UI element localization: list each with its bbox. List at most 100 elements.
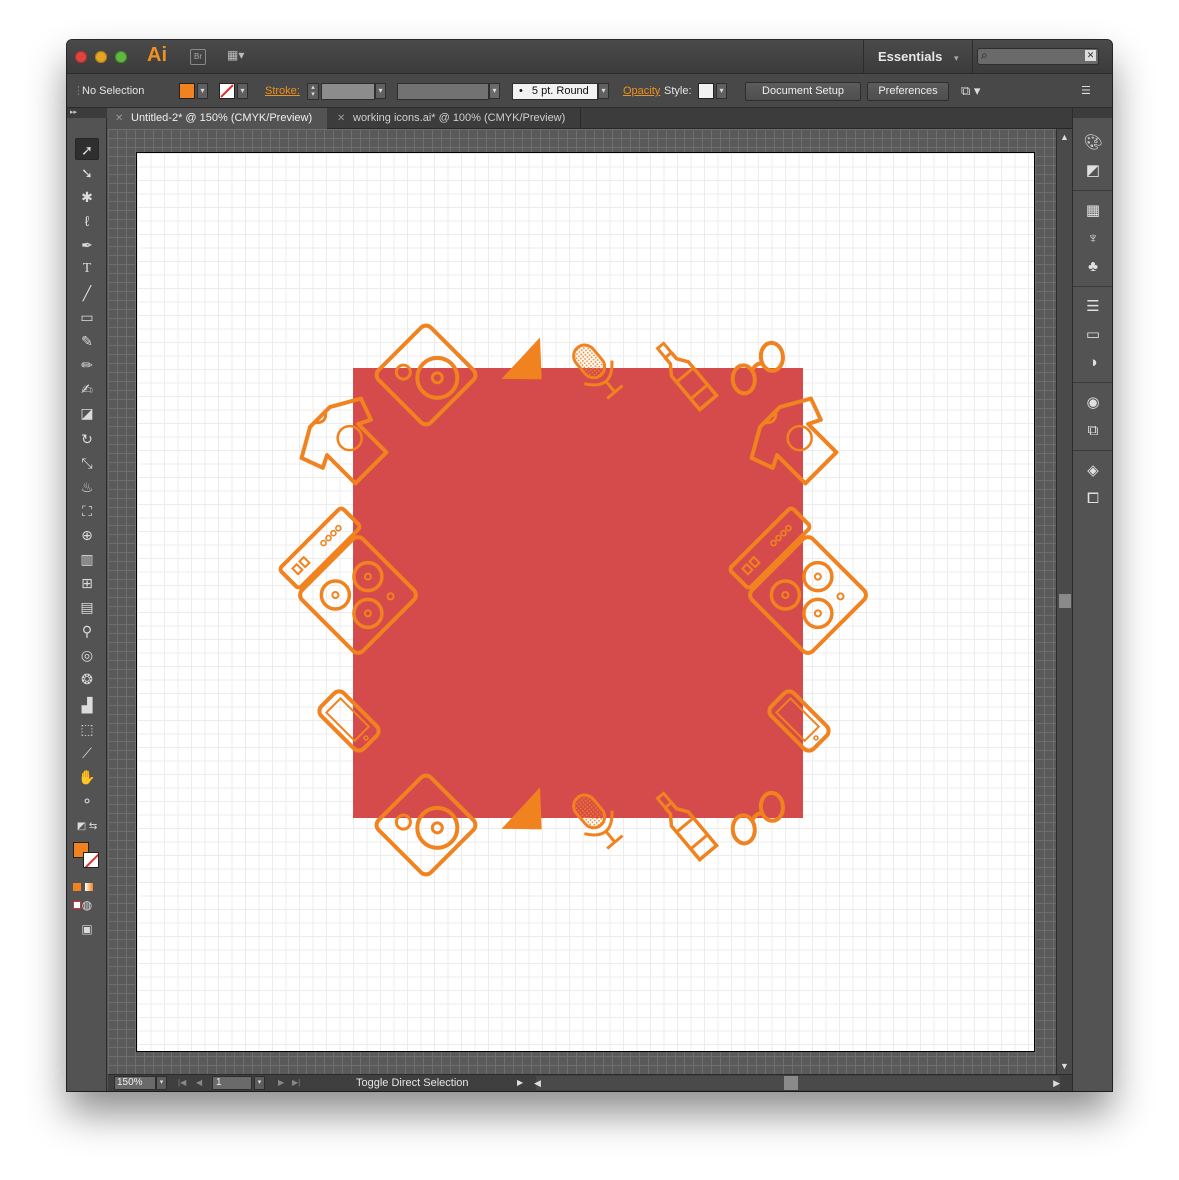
help-search-input[interactable]: ⌕ ✕ — [977, 48, 1099, 65]
eraser-tool-icon[interactable]: ◪ — [75, 402, 99, 424]
arrange-documents-icon[interactable]: ▦▾ — [227, 48, 257, 64]
mesh-tool-icon[interactable]: ⊞ — [75, 572, 99, 594]
tab-untitled-2[interactable]: ✕ Untitled-2* @ 150% (CMYK/Preview) — [107, 108, 327, 129]
next-artboard-icon[interactable]: ▶ — [278, 1076, 284, 1090]
layers-panel-icon[interactable]: ◈ — [1081, 460, 1105, 482]
scroll-left-icon[interactable]: ◀ — [534, 1076, 541, 1090]
variable-width-dropdown[interactable]: ▾ — [489, 83, 500, 99]
paintbrush-tool-icon[interactable]: ✎ — [75, 330, 99, 352]
draw-mode-icon[interactable]: ◍ — [75, 894, 99, 916]
stroke-label[interactable]: Stroke: — [265, 74, 300, 108]
eyedropper-tool-icon[interactable]: ⚲ — [75, 620, 99, 642]
artboards-panel-icon[interactable]: ⧠ — [1081, 488, 1105, 510]
stroke-weight-dropdown[interactable]: ▾ — [375, 83, 386, 99]
scroll-right-icon[interactable]: ▶ — [1053, 1076, 1060, 1090]
horizontal-scroll-thumb[interactable] — [784, 1076, 798, 1090]
fill-swatch[interactable] — [179, 83, 195, 99]
symbols-panel-icon[interactable]: ♣ — [1081, 256, 1105, 278]
color-panel-icon[interactable]: 🎨︎ — [1081, 132, 1105, 154]
artwork[interactable] — [137, 153, 1036, 1053]
stroke-dropdown[interactable]: ▾ — [237, 83, 248, 99]
previous-artboard-icon[interactable]: ◀ — [196, 1076, 202, 1090]
gradient-panel-icon[interactable]: ▭ — [1081, 324, 1105, 346]
appearance-panel-icon[interactable]: ◉ — [1081, 392, 1105, 414]
brush-definition[interactable]: • 5 pt. Round — [512, 83, 598, 100]
bridge-button[interactable]: Br — [190, 49, 206, 65]
blob-brush-tool-icon[interactable]: ✍ — [75, 378, 99, 400]
document-setup-button[interactable]: Document Setup — [745, 82, 861, 101]
scroll-up-icon[interactable]: ▲ — [1060, 132, 1069, 142]
stroke-swatch[interactable] — [219, 83, 235, 99]
stroke-color-box[interactable] — [83, 852, 99, 868]
artboard[interactable] — [136, 152, 1035, 1052]
color-guide-icon[interactable]: ◩ — [1081, 160, 1105, 182]
panel-menu-icon[interactable]: ☰ — [1081, 74, 1091, 108]
magic-wand-tool-icon[interactable]: ✱ — [75, 186, 99, 208]
artboard-dropdown[interactable]: ▾ — [254, 1076, 265, 1090]
vertical-scrollbar[interactable]: ▲ ▼ — [1056, 129, 1072, 1074]
brushes-panel-icon[interactable]: ♆ — [1081, 228, 1105, 250]
perspective-grid-tool-icon[interactable]: ▥ — [75, 548, 99, 570]
zoom-tool-icon[interactable]: ⚬ — [75, 790, 99, 812]
status-text[interactable]: Toggle Direct Selection — [356, 1075, 469, 1091]
direct-selection-tool-icon[interactable]: ➘ — [75, 162, 99, 184]
fill-dropdown[interactable]: ▾ — [197, 83, 208, 99]
horizontal-scrollbar[interactable]: ◀ ▶ — [534, 1076, 1060, 1090]
cassette-icon[interactable] — [279, 507, 361, 589]
vertical-scroll-thumb[interactable] — [1059, 594, 1071, 608]
rotate-tool-icon[interactable]: ↻ — [75, 428, 99, 450]
zoom-dropdown[interactable]: ▾ — [156, 1076, 167, 1090]
default-fill-stroke-icon[interactable]: ◩ ⇆ — [75, 816, 99, 838]
warp-tool-icon[interactable]: ♨ — [75, 476, 99, 498]
clear-search-icon[interactable]: ✕ — [1085, 50, 1096, 61]
rectangle-tool-icon[interactable]: ▭ — [75, 306, 99, 328]
shape-builder-tool-icon[interactable]: ⊕ — [75, 524, 99, 546]
collapse-tools-icon[interactable]: ▸▸ — [67, 108, 107, 118]
minimize-window-button[interactable] — [95, 51, 107, 63]
hand-tool-icon[interactable]: ✋ — [75, 766, 99, 788]
stroke-panel-icon[interactable]: ☰ — [1081, 296, 1105, 318]
selection-tool-icon[interactable]: ➚ — [75, 138, 99, 160]
pen-tool-icon[interactable]: ✒ — [75, 234, 99, 256]
line-tool-icon[interactable]: ╱ — [75, 282, 99, 304]
isolate-object-icon[interactable]: ⧉ ▾ — [961, 74, 980, 108]
swatches-panel-icon[interactable]: ▦ — [1081, 200, 1105, 222]
gradient-tool-icon[interactable]: ▤ — [75, 596, 99, 618]
red-rectangle[interactable] — [353, 368, 803, 818]
zoom-level-field[interactable]: 150% — [114, 1076, 156, 1090]
preferences-button[interactable]: Preferences — [867, 82, 949, 101]
first-artboard-icon[interactable]: |◀ — [178, 1076, 186, 1090]
type-tool-icon[interactable]: T — [75, 258, 99, 280]
transparency-panel-icon[interactable]: ◑ — [1081, 352, 1105, 374]
artboard-tool-icon[interactable]: ⬚ — [75, 718, 99, 740]
screen-mode-icon[interactable]: ▣ — [75, 918, 99, 940]
scroll-down-icon[interactable]: ▼ — [1060, 1061, 1069, 1071]
free-transform-tool-icon[interactable]: ⛶ — [75, 500, 99, 522]
canvas-area[interactable] — [108, 129, 1056, 1074]
graphic-style-dropdown[interactable]: ▾ — [716, 83, 727, 99]
stroke-weight-stepper[interactable]: ▴ ▾ — [307, 83, 319, 100]
artboard-number-field[interactable]: 1 — [212, 1076, 252, 1090]
gradient-mode-icon[interactable] — [85, 883, 94, 891]
expand-panels-icon[interactable] — [1073, 108, 1112, 118]
blend-tool-icon[interactable]: ◎ — [75, 644, 99, 666]
scale-tool-icon[interactable]: ⤡ — [75, 452, 99, 474]
graphic-styles-panel-icon[interactable]: ⧉ — [1081, 420, 1105, 442]
lasso-tool-icon[interactable]: ℓ — [75, 210, 99, 232]
stroke-weight-field[interactable] — [321, 83, 375, 100]
symbol-sprayer-tool-icon[interactable]: ❂ — [75, 668, 99, 690]
close-tab-icon[interactable]: ✕ — [337, 108, 345, 129]
pennant-icon[interactable] — [498, 337, 544, 383]
zoom-window-button[interactable] — [115, 51, 127, 63]
close-window-button[interactable] — [75, 51, 87, 63]
variable-width-profile[interactable] — [397, 83, 489, 100]
slice-tool-icon[interactable]: ⟋ — [75, 742, 99, 764]
graphic-style-swatch[interactable] — [698, 83, 714, 99]
last-artboard-icon[interactable]: ▶| — [292, 1076, 300, 1090]
tab-working-icons[interactable]: ✕ working icons.ai* @ 100% (CMYK/Preview… — [329, 108, 581, 129]
status-menu-icon[interactable]: ▶ — [517, 1076, 523, 1090]
workspace-switcher[interactable]: Essentials ▾ — [863, 40, 974, 74]
pencil-tool-icon[interactable]: ✏ — [75, 354, 99, 376]
opacity-link[interactable]: Opacity — [623, 74, 660, 108]
graph-tool-icon[interactable]: ▟ — [75, 694, 99, 716]
